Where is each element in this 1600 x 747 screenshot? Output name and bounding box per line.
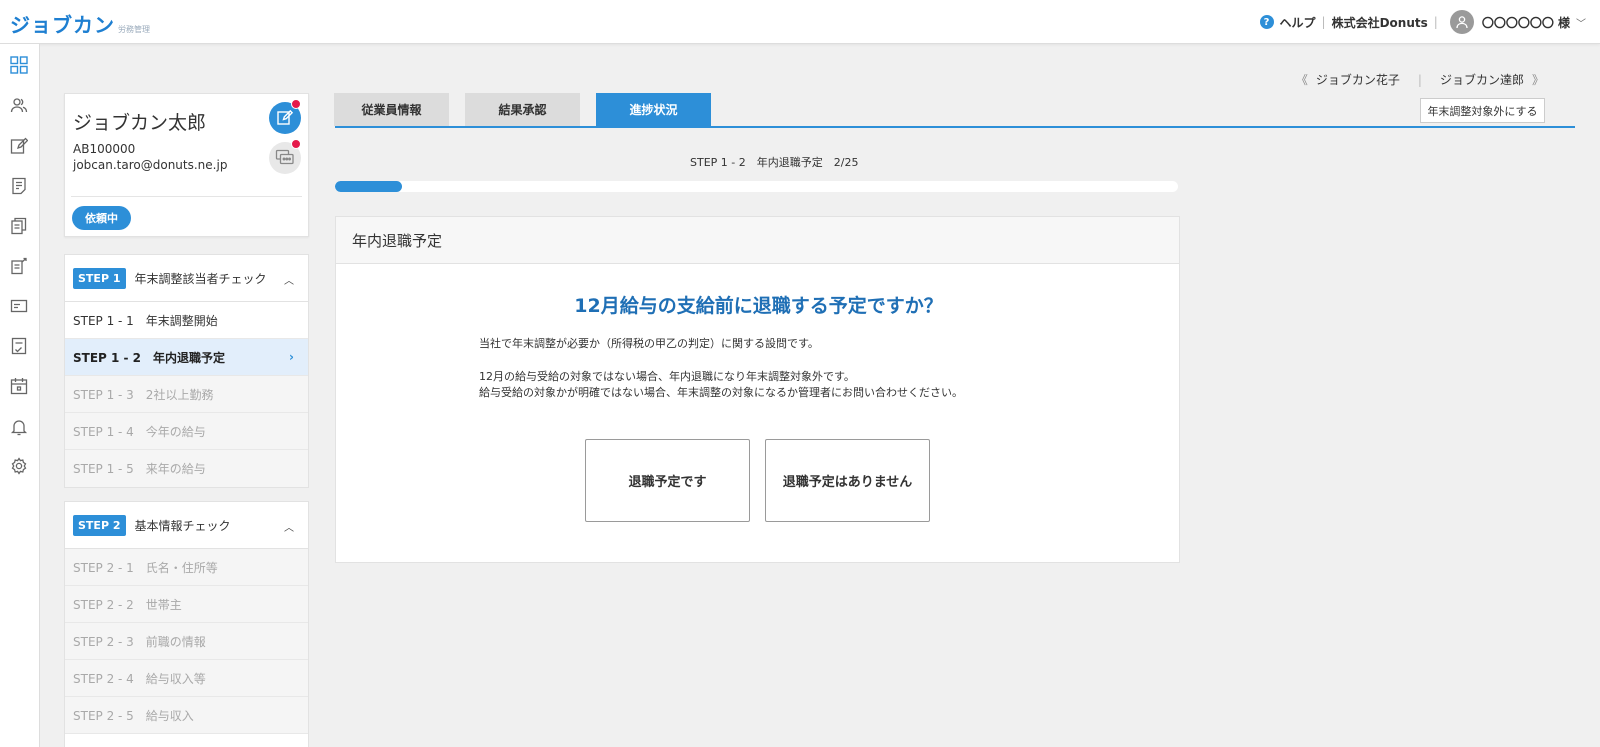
next-employee-link[interactable]: ジョブカン達郎 xyxy=(1440,71,1524,88)
chevron-down-icon[interactable]: ﹀ xyxy=(1576,15,1586,30)
prev-employee-link[interactable]: ジョブカン花子 xyxy=(1316,71,1400,88)
documents-icon[interactable] xyxy=(10,217,28,235)
question-note-1: 12月の給与受給の対象ではない場合、年内退職になり年末調整対象外です。 xyxy=(479,370,855,383)
notification-dot xyxy=(291,99,301,109)
progress-bar-fill xyxy=(335,181,403,192)
choice-no-button[interactable]: 退職予定はありません xyxy=(765,439,930,522)
step2-header[interactable]: STEP 2 基本情報チェック ︿ xyxy=(65,502,308,549)
step-item-label: STEP 2 - 1 氏名・住所等 xyxy=(73,560,218,575)
step-item-label: STEP 1 - 5 来年の給与 xyxy=(73,462,206,476)
message-button[interactable] xyxy=(269,139,301,174)
question-title: 12月給与の支給前に退職する予定ですか？ xyxy=(574,295,943,317)
user-name[interactable]: 〇〇〇〇〇〇 様 xyxy=(1482,14,1570,31)
logo-subtitle: 労務管理 xyxy=(118,25,150,34)
logo-text: ジョブカン xyxy=(10,13,115,37)
help-link[interactable]: ヘルプ xyxy=(1280,14,1316,31)
progress-bar xyxy=(335,181,1178,192)
step-item-label: STEP 2 - 4 給与収入等 xyxy=(73,671,206,686)
step-item-2-4[interactable]: STEP 2 - 4 給与収入等 xyxy=(65,660,308,697)
step-tag: STEP 1 xyxy=(73,267,126,289)
question-card: 年内退職予定 12月給与の支給前に退職する予定ですか？ 当社で年末調整が必要か（… xyxy=(335,216,1180,563)
chevron-up-icon[interactable]: ︿ xyxy=(284,272,294,287)
step-item-2-2[interactable]: STEP 2 - 2 世帯主 xyxy=(65,586,308,623)
edit-icon[interactable] xyxy=(10,137,28,155)
employee-email: jobcan.taro@donuts.ne.jp xyxy=(73,158,228,172)
top-header: ジョブカン 労務管理 ? ヘルプ | 株式会社Donuts | 〇〇〇〇〇〇 様… xyxy=(0,0,1600,44)
left-nav-rail xyxy=(0,44,40,747)
settings-icon[interactable] xyxy=(10,457,28,475)
status-badge: 依頼中 xyxy=(72,206,131,230)
step2-panel: STEP 2 基本情報チェック ︿ STEP 2 - 1 氏名・住所等 STEP… xyxy=(64,501,309,747)
step-item-2-1[interactable]: STEP 2 - 1 氏名・住所等 xyxy=(65,549,308,586)
calendar-icon[interactable] xyxy=(10,377,28,395)
step-item-label: STEP 1 - 1 年末調整開始 xyxy=(73,313,218,328)
user-avatar-icon[interactable] xyxy=(1449,10,1474,34)
pager-divider: | xyxy=(1417,72,1422,87)
question-note-2: 給与受給の対象かが明確ではない場合、年末調整の対象になるか管理者にお問い合わせく… xyxy=(479,386,963,399)
step-item-1-3[interactable]: STEP 1 - 3 2社以上勤務 xyxy=(65,376,308,413)
employee-id: AB100000 xyxy=(73,142,136,156)
step-item-label: STEP 1 - 4 今年の給与 xyxy=(73,424,206,439)
header-right: ? ヘルプ | 株式会社Donuts | 〇〇〇〇〇〇 様 ﹀ xyxy=(1259,10,1586,34)
step-title: 基本情報チェック xyxy=(134,518,231,533)
step-item-1-4[interactable]: STEP 1 - 4 今年の給与 xyxy=(65,413,308,450)
double-chevron-right-icon[interactable]: 》 xyxy=(1532,71,1544,88)
edit-icon xyxy=(277,109,294,125)
step-item-label: STEP 1 - 3 2社以上勤務 xyxy=(73,387,214,402)
edit-employee-button[interactable] xyxy=(269,99,301,134)
dashboard-icon[interactable] xyxy=(10,56,28,74)
employee-name: ジョブカン太郎 xyxy=(73,112,207,134)
double-chevron-left-icon[interactable]: 《 xyxy=(1296,71,1308,88)
tab-result-approval[interactable]: 結果承認 xyxy=(465,93,580,126)
employee-card: ジョブカン太郎 AB100000 jobcan.taro@donuts.ne.j… xyxy=(64,93,309,237)
header-divider: | xyxy=(1433,15,1438,29)
step-item-1-5[interactable]: STEP 1 - 5 来年の給与 xyxy=(65,450,308,487)
help-icon[interactable]: ? xyxy=(1259,15,1274,29)
employee-pager: 《 ジョブカン花子 | ジョブカン達郎 》 xyxy=(1296,71,1544,88)
question-card-header: 年内退職予定 xyxy=(336,217,1179,264)
chat-icon xyxy=(275,149,294,165)
step1-panel: STEP 1 年末調整該当者チェック ︿ STEP 1 - 1 年末調整開始 S… xyxy=(64,254,309,488)
tab-progress[interactable]: 進捗状況 xyxy=(596,93,711,126)
tab-employee-info[interactable]: 従業員情報 xyxy=(334,93,449,126)
choice-yes-button[interactable]: 退職予定です xyxy=(585,439,750,522)
step-tag: STEP 2 xyxy=(73,514,126,536)
company-name: 株式会社Donuts xyxy=(1331,15,1428,30)
tab-underline xyxy=(335,126,1575,128)
card-divider xyxy=(71,196,302,197)
chevron-up-icon[interactable]: ︿ xyxy=(284,519,294,534)
document-icon[interactable] xyxy=(10,177,28,195)
step-item-1-1[interactable]: STEP 1 - 1 年末調整開始 xyxy=(65,302,308,339)
app-logo[interactable]: ジョブカン 労務管理 xyxy=(10,9,150,38)
step-title: 年末調整該当者チェック xyxy=(134,271,267,286)
notification-dot xyxy=(291,139,301,149)
chevron-right-icon: › xyxy=(289,350,294,364)
step-item-label: STEP 1 - 2 年内退職予定 xyxy=(73,350,226,365)
step-item-label: STEP 2 - 5 給与収入 xyxy=(73,708,194,723)
progress-label: STEP 1 - 2 年内退職予定 2/25 xyxy=(690,156,859,169)
users-icon[interactable] xyxy=(10,96,28,114)
step1-header[interactable]: STEP 1 年末調整該当者チェック ︿ xyxy=(65,255,308,302)
exclude-from-adjustment-button[interactable]: 年末調整対象外にする xyxy=(1420,98,1545,123)
step-item-1-2[interactable]: STEP 1 - 2 年内退職予定 › xyxy=(65,339,308,376)
bell-icon[interactable] xyxy=(10,418,28,436)
export-document-icon[interactable] xyxy=(10,257,28,275)
question-description: 当社で年末調整が必要か（所得税の甲乙の判定）に関する設問です。 xyxy=(479,337,819,350)
step-item-2-5[interactable]: STEP 2 - 5 給与収入 xyxy=(65,697,308,734)
header-divider: | xyxy=(1321,15,1326,29)
id-card-icon[interactable] xyxy=(10,297,28,315)
checklist-icon[interactable] xyxy=(10,337,28,355)
step-item-2-3[interactable]: STEP 2 - 3 前職の情報 xyxy=(65,623,308,660)
step-item-label: STEP 2 - 3 前職の情報 xyxy=(73,634,206,649)
step-item-label: STEP 2 - 2 世帯主 xyxy=(73,597,182,612)
